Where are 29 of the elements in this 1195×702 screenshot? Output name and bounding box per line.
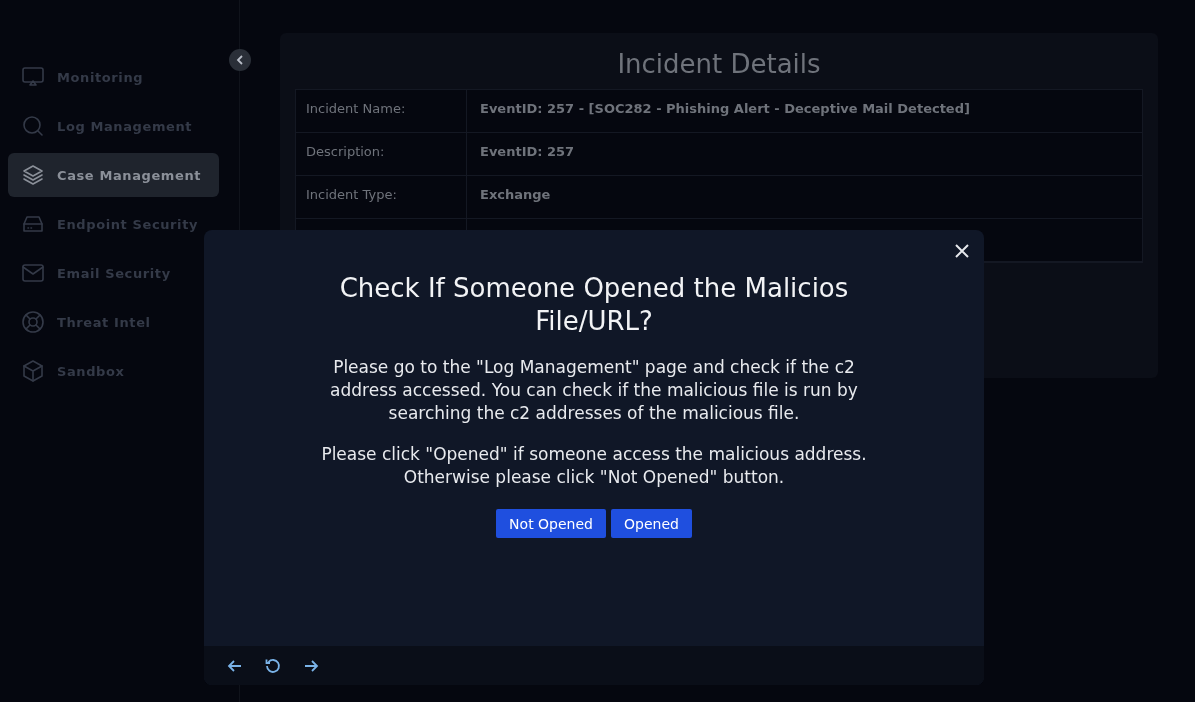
field-label: Description: — [296, 133, 467, 175]
cube-icon — [21, 359, 45, 383]
mail-icon — [21, 261, 45, 285]
sidebar-item[interactable]: Case Management — [8, 153, 219, 197]
sidebar-item[interactable]: Email Security — [8, 251, 219, 295]
monitor-icon — [21, 65, 45, 89]
answer-button[interactable]: Opened — [611, 509, 692, 538]
refresh-icon — [264, 656, 282, 675]
sidebar-item[interactable]: Monitoring — [8, 55, 219, 99]
lifebuoy-icon — [21, 310, 45, 334]
chevron-left-icon — [234, 54, 246, 66]
sidebar-item[interactable]: Sandbox — [8, 349, 219, 393]
field-value: Exchange — [479, 186, 552, 204]
field-value: EventID: 257 — [479, 143, 576, 161]
dialog-title: Check If Someone Opened the Malicios File/URL? — [338, 272, 850, 338]
collapse-button[interactable] — [229, 49, 251, 71]
sidebar-item[interactable]: Threat Intel — [8, 300, 219, 344]
answer-button[interactable]: Not Opened — [496, 509, 606, 538]
dialog-text: Please click "Opened" if someone access the malicious address. Otherwise please click "Not Opened" button. — [320, 443, 868, 489]
sidebar-item[interactable]: Endpoint Security — [8, 202, 219, 246]
sidebar-item[interactable]: Log Management — [8, 104, 219, 148]
page-title: Incident Details — [616, 49, 822, 79]
field-value: EventID: 257 - [SOC282 - Phishing Alert - Deceptive Mail Detected] — [479, 100, 971, 118]
close-icon — [954, 243, 970, 259]
field-label: Incident Name: — [296, 90, 467, 132]
dialog-text: Please go to the "Log Management" page and check if the c2 address accessed. You can check if the malicious file is run by searching the c2 addresses of the malicious file. — [329, 356, 859, 425]
search-icon — [21, 114, 45, 138]
layers-icon — [21, 163, 45, 187]
field-label: Incident Type: — [296, 176, 467, 218]
